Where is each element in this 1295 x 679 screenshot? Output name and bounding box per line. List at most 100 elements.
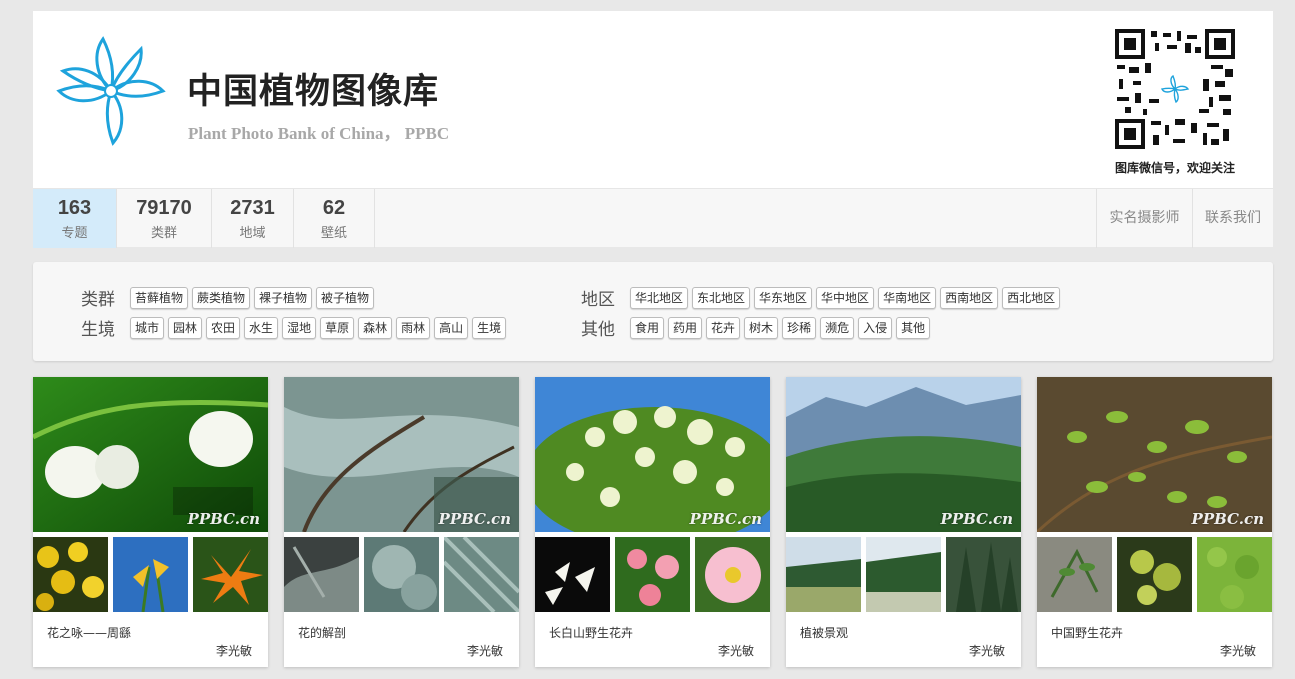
- topic-cover-image[interactable]: PPBC.cn: [1037, 377, 1272, 532]
- topic-author[interactable]: 李光敏: [718, 642, 754, 659]
- qr-caption: 图库微信号，欢迎关注: [1114, 161, 1235, 175]
- filter-row-other: 其他 食用 药用 花卉 树木 珍稀 濒危 入侵 其他: [581, 315, 934, 340]
- topic-card[interactable]: PPBC.cn 中国野生花卉 李光敏: [1037, 377, 1272, 667]
- filter-tag[interactable]: 华北地区: [630, 286, 689, 309]
- filter-label: 地区: [581, 290, 615, 310]
- stat-wallpapers[interactable]: 62 壁纸: [294, 189, 375, 248]
- filter-tag[interactable]: 森林: [358, 316, 393, 339]
- filter-tag[interactable]: 高山: [434, 316, 469, 339]
- filter-label: 生境: [81, 320, 115, 340]
- filter-tag[interactable]: 农田: [206, 316, 241, 339]
- topic-thumbnail[interactable]: [113, 537, 188, 612]
- stat-label: 专题: [61, 226, 88, 241]
- stat-value: 62: [322, 197, 346, 219]
- filter-tag[interactable]: 蕨类植物: [192, 286, 251, 309]
- site-header: 中国植物图像库 Plant Photo Bank of China， PPBC: [33, 11, 1273, 248]
- topic-card[interactable]: PPBC.cn 长白山野生花卉 李光敏: [535, 377, 770, 667]
- filter-tag[interactable]: 濒危: [820, 316, 855, 339]
- topic-thumbnail[interactable]: [786, 537, 861, 612]
- topic-cover-image[interactable]: PPBC.cn: [786, 377, 1021, 532]
- topic-thumbnail[interactable]: [1197, 537, 1272, 612]
- topic-author[interactable]: 李光敏: [467, 642, 503, 659]
- topic-title[interactable]: 中国野生花卉: [1051, 624, 1123, 641]
- stat-value: 79170: [136, 197, 192, 219]
- stat-value: 2731: [230, 197, 275, 219]
- site-subtitle: Plant Photo Bank of China， PPBC: [188, 124, 450, 143]
- filter-row-habitat: 生境 城市 园林 农田 水生 湿地 草原 森林 雨林 高山 生境: [81, 315, 510, 340]
- filter-panel: 类群 苔藓植物 蕨类植物 裸子植物 被子植物 生境 城市 园林 农田 水生 湿地…: [33, 262, 1273, 361]
- topic-thumbnail[interactable]: [33, 537, 108, 612]
- stat-value: 163: [57, 197, 92, 219]
- filter-tag[interactable]: 花卉: [706, 316, 741, 339]
- filter-label: 其他: [581, 320, 615, 340]
- watermark: PPBC.cn: [438, 510, 511, 528]
- filter-row-taxa: 类群 苔藓植物 蕨类植物 裸子植物 被子植物: [81, 285, 378, 310]
- filter-tag[interactable]: 裸子植物: [254, 286, 313, 309]
- filter-tag[interactable]: 药用: [668, 316, 703, 339]
- topic-thumbnail[interactable]: [193, 537, 268, 612]
- filter-tag[interactable]: 草原: [320, 316, 355, 339]
- topic-thumbnail[interactable]: [535, 537, 610, 612]
- ppbc-logo[interactable]: [55, 35, 167, 147]
- filter-tag[interactable]: 入侵: [858, 316, 893, 339]
- topic-thumbnail[interactable]: [1117, 537, 1192, 612]
- filter-tag[interactable]: 生境: [472, 316, 507, 339]
- contact-link[interactable]: 联系我们: [1192, 189, 1273, 248]
- topic-cards: PPBC.cn 花之咏——周繇 李光敏 PPBC.cn 花的解剖 李光敏 PPB…: [33, 377, 1273, 667]
- stat-label: 类群: [150, 226, 177, 241]
- stat-label: 壁纸: [320, 226, 347, 241]
- watermark: PPBC.cn: [689, 510, 762, 528]
- site-title[interactable]: 中国植物图像库: [187, 63, 439, 114]
- topic-author[interactable]: 李光敏: [969, 642, 1005, 659]
- topic-title[interactable]: 长白山野生花卉: [549, 624, 633, 641]
- filter-tag[interactable]: 湿地: [282, 316, 317, 339]
- topic-card[interactable]: PPBC.cn 花之咏——周繇 李光敏: [33, 377, 268, 667]
- filter-tag[interactable]: 其他: [896, 316, 931, 339]
- filter-tag[interactable]: 珍稀: [782, 316, 817, 339]
- topic-thumbnail[interactable]: [946, 537, 1021, 612]
- filter-tag[interactable]: 华东地区: [754, 286, 813, 309]
- stat-regions[interactable]: 2731 地域: [212, 189, 294, 248]
- topic-title[interactable]: 植被景观: [800, 624, 848, 641]
- topic-thumbnail[interactable]: [284, 537, 359, 612]
- topic-thumbnail[interactable]: [615, 537, 690, 612]
- watermark: PPBC.cn: [1191, 510, 1264, 528]
- stats-bar: 163 专题 79170 类群 2731 地域 62 壁纸 实名摄影师 联系我们: [33, 188, 1273, 248]
- topic-thumbnail[interactable]: [695, 537, 770, 612]
- filter-tag[interactable]: 城市: [130, 316, 165, 339]
- filter-tag[interactable]: 食用: [630, 316, 665, 339]
- topic-cover-image[interactable]: PPBC.cn: [33, 377, 268, 532]
- filter-tag[interactable]: 西南地区: [940, 286, 999, 309]
- photographers-link[interactable]: 实名摄影师: [1096, 189, 1192, 248]
- filter-label: 类群: [81, 290, 115, 310]
- watermark: PPBC.cn: [187, 510, 260, 528]
- stat-topics[interactable]: 163 专题: [33, 189, 117, 248]
- topic-thumbnail[interactable]: [1037, 537, 1112, 612]
- filter-tag[interactable]: 苔藓植物: [130, 286, 189, 309]
- filter-tag[interactable]: 被子植物: [316, 286, 375, 309]
- topic-author[interactable]: 李光敏: [216, 642, 252, 659]
- stat-label: 地域: [239, 226, 266, 241]
- filter-tag[interactable]: 华中地区: [816, 286, 875, 309]
- topic-cover-image[interactable]: PPBC.cn: [535, 377, 770, 532]
- topic-title[interactable]: 花的解剖: [298, 624, 346, 641]
- filter-tag[interactable]: 园林: [168, 316, 203, 339]
- topic-thumbnail[interactable]: [444, 537, 519, 612]
- topic-title[interactable]: 花之咏——周繇: [47, 624, 131, 641]
- filter-tag[interactable]: 水生: [244, 316, 279, 339]
- filter-row-region: 地区 华北地区 东北地区 华东地区 华中地区 华南地区 西南地区 西北地区: [581, 285, 1064, 310]
- filter-tag[interactable]: 东北地区: [692, 286, 751, 309]
- filter-tag[interactable]: 华南地区: [878, 286, 937, 309]
- filter-tag[interactable]: 西北地区: [1002, 286, 1061, 309]
- topic-thumbnail[interactable]: [364, 537, 439, 612]
- filter-tag[interactable]: 雨林: [396, 316, 431, 339]
- stat-taxa[interactable]: 79170 类群: [117, 189, 212, 248]
- topic-cover-image[interactable]: PPBC.cn: [284, 377, 519, 532]
- filter-tag[interactable]: 树木: [744, 316, 779, 339]
- topic-card[interactable]: PPBC.cn 植被景观 李光敏: [786, 377, 1021, 667]
- topic-author[interactable]: 李光敏: [1220, 642, 1256, 659]
- topic-card[interactable]: PPBC.cn 花的解剖 李光敏: [284, 377, 519, 667]
- watermark: PPBC.cn: [940, 510, 1013, 528]
- wechat-qr-code: [1115, 29, 1235, 149]
- topic-thumbnail[interactable]: [866, 537, 941, 612]
